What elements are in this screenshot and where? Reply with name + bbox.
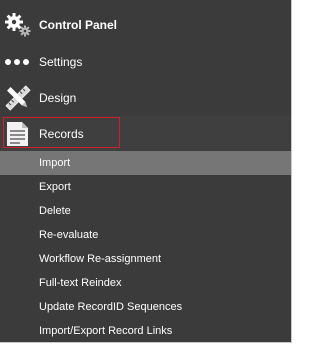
submenu-item-export[interactable]: Export	[0, 175, 291, 199]
records-submenu: Import Export Delete Re-evaluate Workflo…	[0, 151, 291, 343]
ruler-pencil-icon	[4, 85, 34, 111]
document-icon	[4, 121, 34, 147]
nav-control-panel-label: Control Panel	[39, 18, 118, 32]
submenu-item-update-recordid-sequences[interactable]: Update RecordID Sequences	[0, 295, 291, 319]
nav-records-label: Records	[39, 127, 84, 141]
nav-control-panel[interactable]: Control Panel	[0, 7, 291, 43]
nav-settings[interactable]: Settings	[0, 44, 291, 80]
admin-nav-panel: Control Panel Settings Design Records Im…	[0, 0, 292, 343]
nav-records[interactable]: Records	[0, 116, 291, 152]
nav-settings-label: Settings	[39, 55, 83, 69]
submenu-item-fulltext-reindex[interactable]: Full-text Reindex	[0, 271, 291, 295]
submenu-item-import[interactable]: Import	[0, 151, 291, 175]
submenu-item-workflow-reassignment[interactable]: Workflow Re-assignment	[0, 247, 291, 271]
submenu-item-re-evaluate[interactable]: Re-evaluate	[0, 223, 291, 247]
nav-design-label: Design	[39, 91, 77, 105]
submenu-item-import-export-record-links[interactable]: Import/Export Record Links	[0, 319, 291, 343]
nav-design[interactable]: Design	[0, 80, 291, 116]
submenu-item-delete[interactable]: Delete	[0, 199, 291, 223]
gears-icon	[4, 12, 34, 38]
dots-icon	[4, 49, 34, 75]
